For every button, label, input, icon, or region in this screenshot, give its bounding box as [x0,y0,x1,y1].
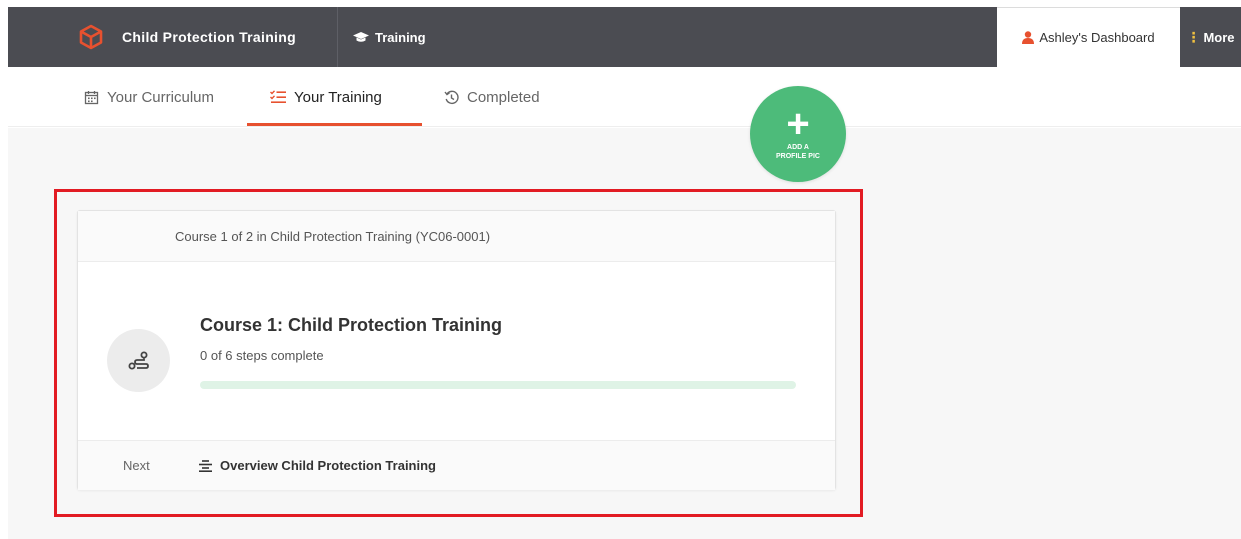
add-profile-pic-button[interactable]: + ADD A PROFILE PIC [750,86,846,182]
dashboard-button[interactable]: Ashley's Dashboard [997,7,1180,67]
more-label: More [1203,29,1235,45]
plus-icon: + [786,102,810,146]
checklist-icon [270,90,286,103]
nav-divider [337,7,338,67]
next-step-label: Overview Child Protection Training [220,458,436,473]
tab-your-curriculum[interactable]: Your Curriculum [84,67,214,127]
vertical-ellipsis-icon: ⋮ [1186,28,1201,45]
progress-bar [200,381,796,389]
fab-label-line1: ADD A [787,144,809,151]
course-title-link[interactable]: Course 1: Child Protection Training [200,315,502,336]
tab-label: Your Training [294,88,382,106]
more-menu-button[interactable]: ⋮ More [1180,7,1241,67]
tab-your-training[interactable]: Your Training [270,67,382,127]
brand-link[interactable]: Child Protection Training [78,7,296,67]
tab-completed[interactable]: Completed [444,67,540,127]
course-context-text: Course 1 of 2 in Child Protection Traini… [175,228,491,244]
card-header: Course 1 of 2 in Child Protection Traini… [78,211,835,262]
next-step-link[interactable]: Overview Child Protection Training [199,458,436,473]
dashboard-label: Ashley's Dashboard [1039,30,1155,45]
calendar-icon [84,90,99,104]
lesson-lines-icon [199,459,212,472]
graduation-cap-icon [353,32,369,42]
next-label: Next [123,458,150,473]
tab-bar: Your Curriculum Your Training Completed [8,67,1241,127]
active-tab-indicator [247,123,422,126]
top-navbar: Child Protection Training Training Ashle… [8,7,1241,67]
fab-label-line2: PROFILE PIC [776,153,820,160]
course-card: Course 1 of 2 in Child Protection Traini… [77,210,836,490]
tab-label: Completed [467,88,540,106]
route-icon [107,329,170,392]
user-icon [1022,31,1035,44]
add-profile-pic-label: ADD A PROFILE PIC [776,143,820,161]
card-footer: Next Overview Child Protection Training [78,440,835,490]
card-body: Course 1: Child Protection Training 0 of… [78,262,835,440]
brand-title: Child Protection Training [122,29,296,45]
cube-logo-icon [79,24,103,50]
steps-progress-text: 0 of 6 steps complete [200,348,324,363]
nav-training-label: Training [375,29,426,45]
tab-label: Your Curriculum [107,88,214,106]
nav-training-link[interactable]: Training [353,7,426,67]
history-icon [444,90,459,104]
